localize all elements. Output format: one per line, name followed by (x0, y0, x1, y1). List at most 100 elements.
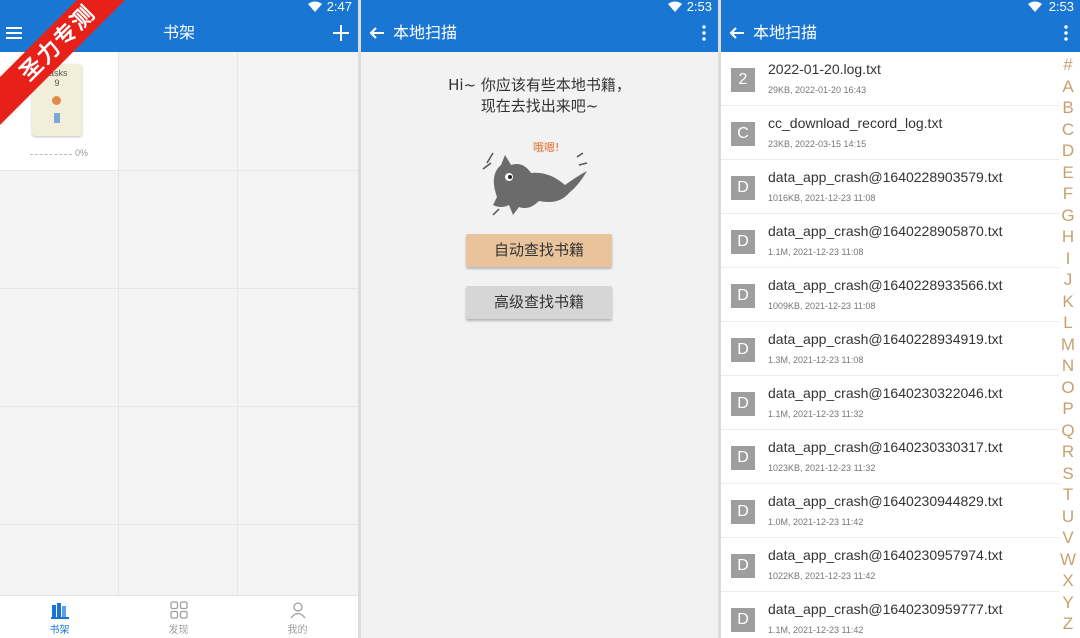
books-icon (50, 603, 69, 619)
file-meta: 1.1M, 2021-12-23 11:08 (768, 247, 864, 257)
file-letter-icon: D (731, 230, 755, 254)
tab-bookshelf[interactable]: 书架 (0, 596, 119, 638)
file-meta: 23KB, 2022-03-15 14:15 (768, 139, 867, 149)
bottom-nav: 书架 发现 我的 (0, 595, 358, 638)
cover-decoration (54, 113, 60, 123)
tab-label: 我的 (287, 625, 308, 636)
reading-progress-line (30, 154, 72, 155)
file-meta: 1022KB, 2021-12-23 11:42 (768, 571, 876, 581)
index-letter[interactable]: Z (1056, 613, 1080, 635)
advanced-find-books-button[interactable]: 高级查找书籍 (466, 286, 612, 319)
status-bar: 2:53 (361, 0, 718, 14)
index-letter[interactable]: U (1056, 506, 1080, 528)
file-letter-icon: D (731, 500, 755, 524)
cat-illustration-icon: 哦嗯! (482, 141, 588, 216)
index-letter[interactable]: C (1056, 119, 1080, 141)
index-letter[interactable]: B (1056, 97, 1080, 119)
list-item[interactable]: D data_app_crash@1640228903579.txt 1016K… (721, 160, 1059, 214)
index-letter[interactable]: E (1056, 162, 1080, 184)
index-letter[interactable]: R (1056, 441, 1080, 463)
index-letter[interactable]: X (1056, 570, 1080, 592)
user-icon (289, 602, 306, 619)
index-letter[interactable]: G (1056, 205, 1080, 227)
index-letter[interactable]: S (1056, 463, 1080, 485)
file-meta: 1.3M, 2021-12-23 11:08 (768, 355, 864, 365)
cover-decoration (52, 96, 61, 105)
auto-find-books-button[interactable]: 自动查找书籍 (466, 234, 612, 267)
local-scan-empty-screen: 2:53 本地扫描 Hi~ 你应该有些本地书籍， 现在去找出来吧~ 哦嗯! 自动… (361, 0, 718, 638)
file-letter-icon: D (731, 176, 755, 200)
file-meta: 1.0M, 2021-12-23 11:42 (768, 517, 864, 527)
file-name: 2022-01-20.log.txt (768, 61, 881, 77)
list-item[interactable]: D data_app_crash@1640230957974.txt 1022K… (721, 538, 1059, 592)
alphabet-index[interactable]: # A B C D E F G H I J K L M N O P Q R S … (1056, 54, 1080, 635)
file-letter-icon: D (731, 554, 755, 578)
index-letter[interactable]: T (1056, 484, 1080, 506)
list-item[interactable]: D data_app_crash@1640228933566.txt 1009K… (721, 268, 1059, 322)
file-letter-icon: D (731, 338, 755, 362)
file-meta: 1023KB, 2021-12-23 11:32 (768, 463, 876, 473)
app-bar: 本地扫描 (721, 14, 1080, 52)
index-letter[interactable]: J (1056, 269, 1080, 291)
file-letter-icon: D (731, 392, 755, 416)
index-letter[interactable]: M (1056, 334, 1080, 356)
app-bar: 本地扫描 (361, 14, 718, 52)
tab-label: 书架 (49, 625, 70, 636)
list-item[interactable]: D data_app_crash@1640228905870.txt 1.1M,… (721, 214, 1059, 268)
file-name: data_app_crash@1640228905870.txt (768, 223, 1003, 239)
list-item[interactable]: D data_app_crash@1640228934919.txt 1.3M,… (721, 322, 1059, 376)
file-name: cc_download_record_log.txt (768, 115, 943, 131)
more-vert-icon[interactable] (702, 25, 706, 41)
back-arrow-icon[interactable] (729, 25, 745, 41)
status-time: 2:53 (1048, 0, 1074, 14)
list-item[interactable]: C cc_download_record_log.txt 23KB, 2022-… (721, 106, 1059, 160)
index-letter[interactable]: L (1056, 312, 1080, 334)
index-letter[interactable]: Y (1056, 592, 1080, 614)
status-time: 2:53 (686, 0, 712, 14)
status-bar: 2:53 (721, 0, 1080, 14)
file-meta: 1016KB, 2021-12-23 11:08 (768, 193, 876, 203)
file-list: 2 2022-01-20.log.txt 29KB, 2022-01-20 16… (721, 52, 1059, 638)
file-name: data_app_crash@1640230944829.txt (768, 493, 1003, 509)
file-meta: 29KB, 2022-01-20 16:43 (768, 85, 867, 95)
index-letter[interactable]: H (1056, 226, 1080, 248)
status-bar: 2:47 (0, 0, 358, 14)
index-letter[interactable]: I (1056, 248, 1080, 270)
tab-discover[interactable]: 发现 (119, 596, 238, 638)
reading-progress: 0% (75, 148, 89, 158)
file-name: data_app_crash@1640228933566.txt (768, 277, 1003, 293)
index-letter[interactable]: V (1056, 527, 1080, 549)
status-time: 2:47 (326, 0, 352, 14)
index-letter[interactable]: D (1056, 140, 1080, 162)
more-vert-icon[interactable] (1064, 25, 1068, 41)
list-item[interactable]: D data_app_crash@1640230944829.txt 1.0M,… (721, 484, 1059, 538)
add-icon[interactable] (332, 24, 350, 42)
file-letter-icon: D (731, 446, 755, 470)
page-title: 本地扫描 (753, 23, 818, 42)
file-letter-icon: D (731, 608, 755, 632)
list-item[interactable]: D data_app_crash@1640230959777.txt 1.1M,… (721, 592, 1059, 638)
index-letter[interactable]: Q (1056, 420, 1080, 442)
list-item[interactable]: 2 2022-01-20.log.txt 29KB, 2022-01-20 16… (721, 52, 1059, 106)
index-letter[interactable]: O (1056, 377, 1080, 399)
index-letter[interactable]: A (1056, 76, 1080, 98)
file-letter-icon: C (731, 122, 755, 146)
file-meta: 1.1M, 2021-12-23 11:42 (768, 625, 864, 635)
wifi-icon (308, 1, 322, 12)
index-letter[interactable]: # (1056, 54, 1080, 76)
index-letter[interactable]: W (1056, 549, 1080, 571)
grid-icon (169, 601, 188, 619)
file-name: data_app_crash@1640228903579.txt (768, 169, 1003, 185)
index-letter[interactable]: P (1056, 398, 1080, 420)
list-item[interactable]: D data_app_crash@1640230330317.txt 1023K… (721, 430, 1059, 484)
back-arrow-icon[interactable] (369, 25, 385, 41)
index-letter[interactable]: F (1056, 183, 1080, 205)
list-item[interactable]: D data_app_crash@1640230322046.txt 1.1M,… (721, 376, 1059, 430)
tab-mine[interactable]: 我的 (238, 596, 357, 638)
file-letter-icon: D (731, 284, 755, 308)
page-title: 本地扫描 (393, 23, 458, 42)
index-letter[interactable]: K (1056, 291, 1080, 313)
local-scan-list-screen: 2:53 本地扫描 2 2022-01-20.log.txt 29KB, 202… (721, 0, 1080, 638)
empty-message: Hi~ 你应该有些本地书籍， 现在去找出来吧~ (448, 76, 631, 115)
index-letter[interactable]: N (1056, 355, 1080, 377)
